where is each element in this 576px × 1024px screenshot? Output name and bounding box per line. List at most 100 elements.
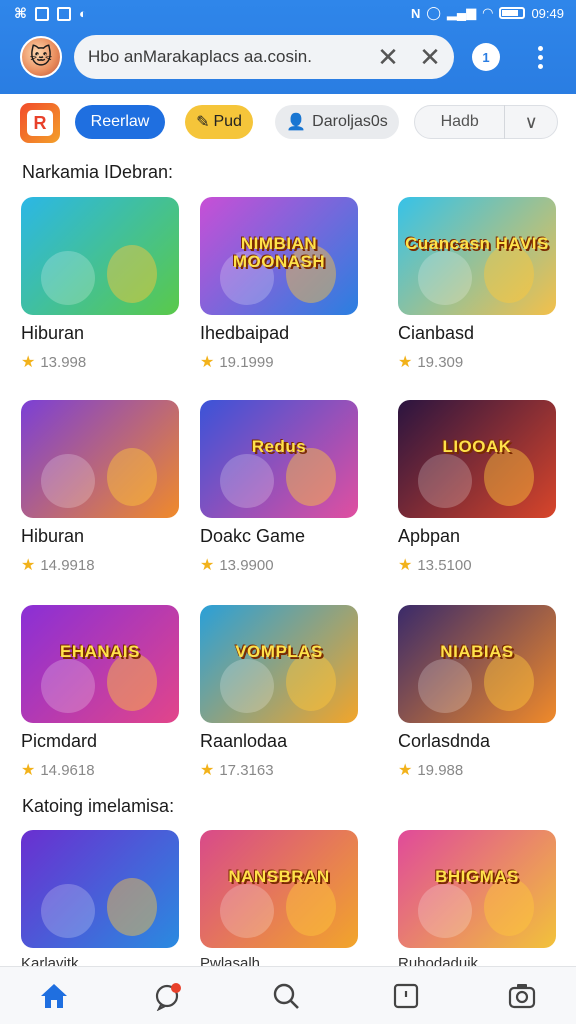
- home-icon[interactable]: [34, 979, 74, 1013]
- game-name: Hiburan: [21, 323, 85, 343]
- game-thumbnail[interactable]: [21, 830, 179, 948]
- search-icon[interactable]: [266, 979, 306, 1013]
- game-rating: ★ 13.998: [21, 352, 179, 372]
- chip-dropdown-label: Hadb: [440, 113, 479, 130]
- search-input[interactable]: Hbo anMarakaplacs aa.cosin.: [88, 47, 370, 67]
- star-icon: ★: [21, 557, 36, 574]
- game-thumbnail[interactable]: LIOOAK: [398, 400, 556, 518]
- rating-value: 13.9900: [219, 556, 274, 574]
- game-thumbnail[interactable]: Cuancasn HAVIS: [398, 197, 556, 315]
- game-thumbnail[interactable]: NANSBRAN: [200, 830, 358, 948]
- game-card[interactable]: VOMPLAS Raanlodaa ★ 17.3163: [200, 605, 358, 780]
- game-thumbnail-title: BHIGMAS: [435, 867, 519, 886]
- chevron-down-icon: ∨: [524, 111, 538, 132]
- game-thumbnail[interactable]: Redus: [200, 400, 358, 518]
- rating-value: 19.1999: [219, 353, 274, 371]
- signal-icon: ▂▄▆: [446, 5, 477, 20]
- game-name: Doakc Game: [200, 526, 306, 546]
- game-rating: ★ 14.9918: [21, 555, 179, 575]
- star-icon: ★: [398, 557, 413, 574]
- sync-icon: ◐: [79, 6, 87, 21]
- app-header: ⌘ ◐ N ◯ ▂▄▆ ◠ 09:49 🐱 Hbo anMarakaplacs …: [0, 0, 576, 94]
- star-icon: ★: [21, 762, 36, 779]
- game-thumbnail-title: Redus: [251, 437, 307, 456]
- rating-value: 13.998: [40, 353, 87, 371]
- game-thumbnail[interactable]: [21, 400, 179, 518]
- notification-icon: ⌘: [14, 5, 27, 21]
- game-thumbnail[interactable]: EHANAIS: [21, 605, 179, 723]
- game-card[interactable]: BHIGMAS: [398, 830, 556, 948]
- game-card[interactable]: Hiburan ★ 14.9918: [21, 400, 179, 575]
- star-icon: ★: [200, 557, 215, 574]
- game-thumbnail[interactable]: NIMBIAN MOONASH: [200, 197, 358, 315]
- game-card[interactable]: Cuancasn HAVIS Cianbasd ★ 19.309: [398, 197, 556, 372]
- chat-icon[interactable]: [148, 979, 188, 1013]
- game-card[interactable]: NIABIAS Corlasdnda ★ 19.988: [398, 605, 556, 780]
- rating-value: 19.309: [417, 353, 464, 371]
- chip-dropdown[interactable]: Hadb ∨: [414, 105, 558, 139]
- game-name: Ihedbaipad: [200, 323, 290, 343]
- chip-primary[interactable]: Reerlaw: [75, 105, 165, 139]
- game-name: Raanlodaa: [200, 731, 288, 751]
- game-card[interactable]: LIOOAK Apbpan ★ 13.5100: [398, 400, 556, 575]
- game-thumbnail[interactable]: VOMPLAS: [200, 605, 358, 723]
- rating-value: 17.3163: [219, 761, 274, 779]
- app-notification-icon: [57, 6, 71, 21]
- camera-icon[interactable]: [502, 979, 542, 1013]
- bottom-navigation: [0, 966, 576, 1024]
- close-icon[interactable]: ✕: [412, 39, 448, 75]
- star-icon: ★: [398, 762, 413, 779]
- search-bar[interactable]: Hbo anMarakaplacs aa.cosin. ✕ ✕: [74, 35, 454, 79]
- game-thumbnail-title: VOMPLAS: [235, 642, 323, 661]
- game-rating: ★ 13.9900: [200, 555, 358, 575]
- wifi-icon: ◠: [482, 5, 494, 20]
- game-rating: ★ 14.9618: [21, 760, 179, 780]
- game-name: Apbpan: [398, 526, 461, 546]
- game-thumbnail[interactable]: [21, 197, 179, 315]
- game-name: Corlasdnda: [398, 731, 491, 751]
- document-icon[interactable]: [386, 979, 426, 1013]
- game-rating: ★ 19.1999: [200, 352, 358, 372]
- game-rating: ★ 13.5100: [398, 555, 556, 575]
- more-options-icon[interactable]: [528, 40, 552, 74]
- game-thumbnail-title: NIABIAS: [440, 642, 514, 661]
- section-title: Narkamia IDebran:: [22, 162, 174, 182]
- game-rating: ★ 19.988: [398, 760, 556, 780]
- game-card[interactable]: NANSBRAN: [200, 830, 358, 948]
- game-name: Cianbasd: [398, 323, 475, 343]
- notification-badge[interactable]: 1: [472, 43, 500, 71]
- rating-value: 14.9618: [40, 761, 95, 779]
- app-logo-icon[interactable]: R: [20, 103, 60, 143]
- chip-account[interactable]: 👤 Daroljas0s: [275, 105, 399, 139]
- game-name: Picmdard: [21, 731, 98, 751]
- game-rating: ★ 17.3163: [200, 760, 358, 780]
- game-name: Hiburan: [21, 526, 85, 546]
- user-icon: 👤: [286, 114, 307, 131]
- game-card[interactable]: [21, 830, 179, 948]
- battery-icon: [499, 7, 526, 19]
- rating-value: 19.988: [417, 761, 464, 779]
- game-rating: ★ 19.309: [398, 352, 556, 372]
- section-title: Katoing imelamisa:: [22, 796, 175, 816]
- profile-avatar[interactable]: 🐱: [20, 36, 62, 78]
- game-card[interactable]: Redus Doakc Game ★ 13.9900: [200, 400, 358, 575]
- rating-value: 14.9918: [40, 556, 95, 574]
- game-card[interactable]: EHANAIS Picmdard ★ 14.9618: [21, 605, 179, 780]
- rating-value: 13.5100: [417, 556, 472, 574]
- status-bar: ⌘ ◐ N ◯ ▂▄▆ ◠ 09:49: [0, 0, 576, 28]
- chip-yellow[interactable]: ✎ Pud: [185, 105, 253, 139]
- game-thumbnail-title: Cuancasn HAVIS: [405, 234, 549, 253]
- clear-icon[interactable]: ✕: [370, 39, 406, 75]
- chip-account-label: Daroljas0s: [312, 113, 388, 130]
- game-card[interactable]: Hiburan ★ 13.998: [21, 197, 179, 372]
- game-thumbnail[interactable]: BHIGMAS: [398, 830, 556, 948]
- star-icon: ★: [200, 762, 215, 779]
- hand-icon: ✎: [196, 114, 210, 131]
- game-card[interactable]: NIMBIAN MOONASH Ihedbaipad ★ 19.1999: [200, 197, 358, 372]
- game-thumbnail-title: LIOOAK: [442, 437, 512, 456]
- game-thumbnail[interactable]: NIABIAS: [398, 605, 556, 723]
- star-icon: ★: [21, 354, 36, 371]
- game-thumbnail-title: EHANAIS: [59, 642, 140, 661]
- star-icon: ★: [398, 354, 413, 371]
- game-thumbnail-title: NIMBIAN MOONASH: [232, 234, 326, 271]
